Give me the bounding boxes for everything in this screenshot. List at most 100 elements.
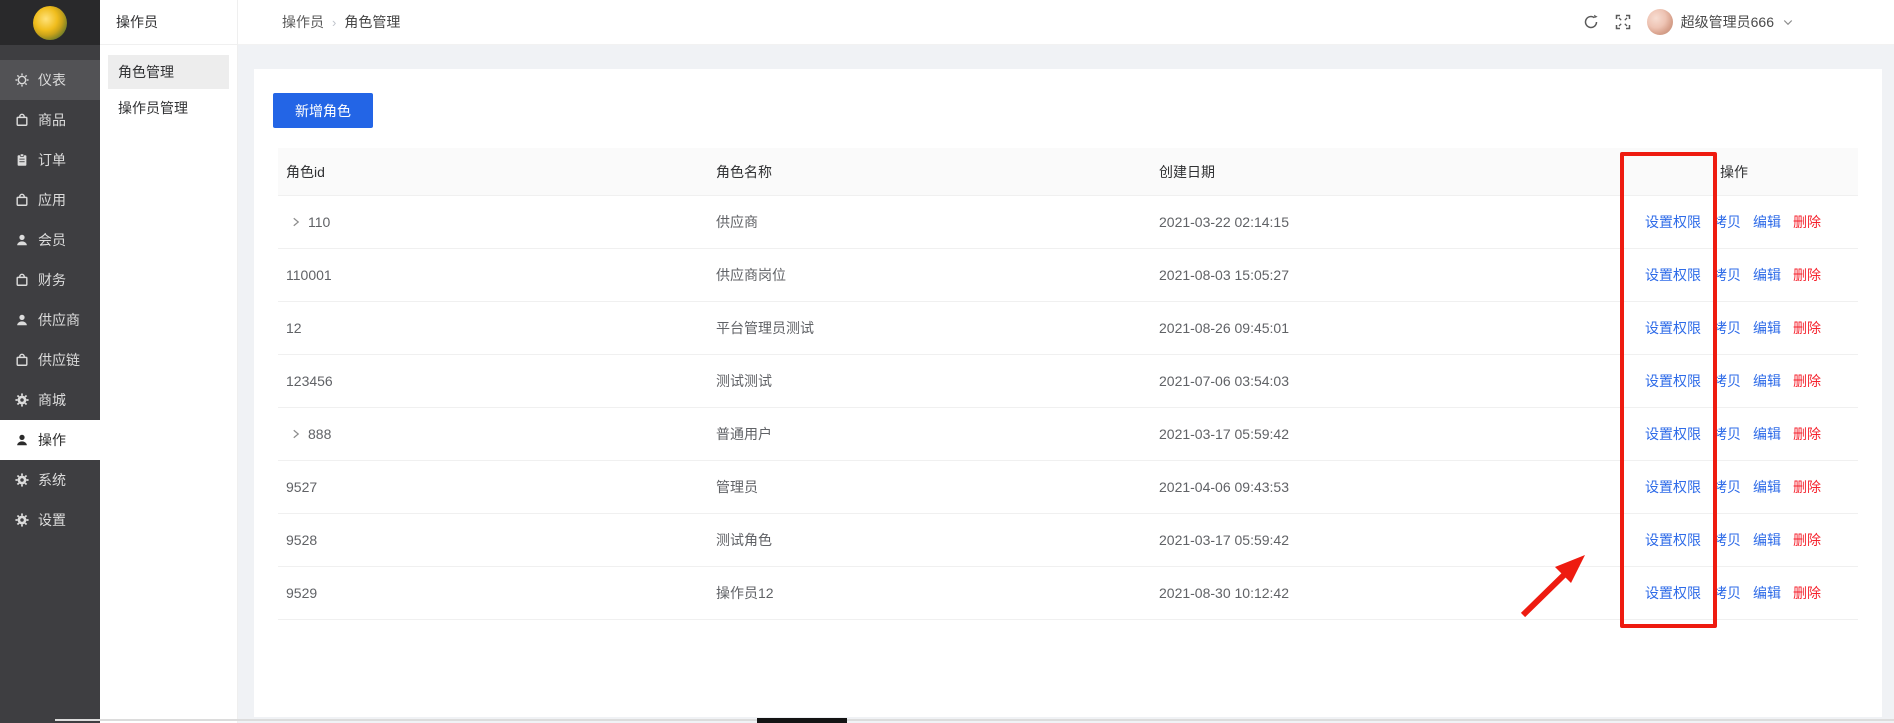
sidebar-item[interactable]: 商品 [0, 100, 100, 140]
app-logo[interactable] [33, 6, 67, 40]
table-row: 9527 管理员 2021-04-06 09:43:53 设置权限 拷贝 编辑 [278, 461, 1858, 514]
edit-link[interactable]: 编辑 [1753, 583, 1781, 603]
sidebar-item[interactable]: 仪表 [0, 60, 100, 100]
delete-link[interactable]: 删除 [1793, 212, 1821, 232]
sidebar-item[interactable]: 会员 [0, 220, 100, 260]
set-permissions-link[interactable]: 设置权限 [1645, 477, 1701, 497]
cell-role-id: 9528 [278, 532, 708, 548]
delete-link[interactable]: 删除 [1793, 583, 1821, 603]
role-name: 测试测试 [716, 371, 772, 391]
cell-actions: 设置权限 拷贝 编辑 删除 [1638, 212, 1858, 232]
horizontal-scrollbar-track[interactable] [55, 719, 1894, 721]
delete-link[interactable]: 删除 [1793, 530, 1821, 550]
cell-actions: 设置权限 拷贝 编辑 删除 [1638, 477, 1858, 497]
bag-icon [15, 353, 29, 367]
delete-link[interactable]: 删除 [1793, 265, 1821, 285]
copy-link[interactable]: 拷贝 [1713, 212, 1741, 232]
role-name: 平台管理员测试 [716, 318, 814, 338]
sidebar-item-label: 设置 [38, 510, 66, 530]
cell-actions: 设置权限 拷贝 编辑 删除 [1638, 318, 1858, 338]
set-permissions-link[interactable]: 设置权限 [1645, 212, 1701, 232]
fullscreen-icon[interactable] [1615, 14, 1631, 30]
set-permissions-link[interactable]: 设置权限 [1645, 371, 1701, 391]
column-header-role-name: 角色名称 [708, 162, 1151, 182]
delete-link[interactable]: 删除 [1793, 371, 1821, 391]
edit-link[interactable]: 编辑 [1753, 371, 1781, 391]
role-name: 管理员 [716, 477, 758, 497]
copy-link[interactable]: 拷贝 [1713, 583, 1741, 603]
cell-role-id: 110001 [278, 267, 708, 283]
cell-role-name: 管理员 [708, 477, 1151, 497]
set-permissions-link[interactable]: 设置权限 [1645, 424, 1701, 444]
table-header-row: 角色id 角色名称 创建日期 操作 [278, 148, 1858, 196]
role-id: 888 [308, 426, 331, 442]
copy-link[interactable]: 拷贝 [1713, 477, 1741, 497]
expand-row-icon[interactable] [290, 428, 302, 440]
copy-link[interactable]: 拷贝 [1713, 424, 1741, 444]
secondary-sidebar-title: 操作员 [100, 0, 237, 45]
submenu-item-label: 角色管理 [118, 62, 174, 82]
sidebar-item[interactable]: 系统 [0, 460, 100, 500]
gear-icon [15, 513, 29, 527]
created-date: 2021-08-26 09:45:01 [1159, 320, 1289, 336]
add-role-button[interactable]: 新增角色 [273, 93, 373, 128]
sidebar-item-label: 财务 [38, 270, 66, 290]
copy-link[interactable]: 拷贝 [1713, 265, 1741, 285]
roles-table: 角色id 角色名称 创建日期 操作 110 供应商 [278, 148, 1858, 620]
sidebar-item-label: 商品 [38, 110, 66, 130]
bag-icon [15, 273, 29, 287]
sidebar-item-label: 系统 [38, 470, 66, 490]
edit-link[interactable]: 编辑 [1753, 477, 1781, 497]
cell-actions: 设置权限 拷贝 编辑 删除 [1638, 424, 1858, 444]
role-id: 9528 [286, 532, 317, 548]
sidebar-item-label: 供应链 [38, 350, 80, 370]
sidebar-item[interactable]: 商城 [0, 380, 100, 420]
sidebar-item[interactable]: 订单 [0, 140, 100, 180]
edit-link[interactable]: 编辑 [1753, 530, 1781, 550]
column-header-created: 创建日期 [1151, 162, 1638, 182]
table-row: 110 供应商 2021-03-22 02:14:15 设置权限 拷贝 编辑 [278, 196, 1858, 249]
column-header-role-id: 角色id [278, 162, 708, 182]
cell-role-id: 888 [278, 426, 708, 442]
role-name: 操作员12 [716, 583, 774, 603]
sidebar-item[interactable]: 操作 [0, 420, 100, 460]
content-card: 新增角色 角色id 角色名称 创建日期 操作 110 供应商 [254, 69, 1882, 717]
set-permissions-link[interactable]: 设置权限 [1645, 530, 1701, 550]
set-permissions-link[interactable]: 设置权限 [1645, 318, 1701, 338]
sidebar-item[interactable]: 供应链 [0, 340, 100, 380]
cell-actions: 设置权限 拷贝 编辑 删除 [1638, 583, 1858, 603]
set-permissions-link[interactable]: 设置权限 [1645, 583, 1701, 603]
logo-area [0, 0, 100, 45]
cell-created-date: 2021-03-22 02:14:15 [1151, 214, 1638, 230]
copy-link[interactable]: 拷贝 [1713, 371, 1741, 391]
sidebar-item[interactable]: 应用 [0, 180, 100, 220]
set-permissions-link[interactable]: 设置权限 [1645, 265, 1701, 285]
expand-row-icon[interactable] [290, 216, 302, 228]
submenu-item[interactable]: 操作员管理 [108, 91, 229, 125]
user-icon [15, 313, 29, 327]
sidebar-item-label: 仪表 [38, 70, 66, 90]
delete-link[interactable]: 删除 [1793, 424, 1821, 444]
breadcrumb-item-first[interactable]: 操作员 [282, 12, 324, 32]
delete-link[interactable]: 删除 [1793, 318, 1821, 338]
primary-sidebar: 仪表 商品 订单 应用 会员 财务 供应商 供应链 [0, 0, 100, 723]
user-menu[interactable]: 超级管理员666 [1647, 9, 1794, 35]
sidebar-item-label: 供应商 [38, 310, 80, 330]
copy-link[interactable]: 拷贝 [1713, 318, 1741, 338]
edit-link[interactable]: 编辑 [1753, 424, 1781, 444]
sidebar-item[interactable]: 财务 [0, 260, 100, 300]
edit-link[interactable]: 编辑 [1753, 265, 1781, 285]
sidebar-item[interactable]: 设置 [0, 500, 100, 540]
role-id: 110 [308, 214, 330, 230]
delete-link[interactable]: 删除 [1793, 477, 1821, 497]
refresh-icon[interactable] [1583, 14, 1599, 30]
edit-link[interactable]: 编辑 [1753, 212, 1781, 232]
role-name: 普通用户 [716, 424, 772, 444]
submenu-item[interactable]: 角色管理 [108, 55, 229, 89]
horizontal-scrollbar-thumb[interactable] [757, 718, 847, 723]
edit-link[interactable]: 编辑 [1753, 318, 1781, 338]
sidebar-item-label: 会员 [38, 230, 66, 250]
sidebar-item[interactable]: 供应商 [0, 300, 100, 340]
copy-link[interactable]: 拷贝 [1713, 530, 1741, 550]
created-date: 2021-03-17 05:59:42 [1159, 426, 1289, 442]
